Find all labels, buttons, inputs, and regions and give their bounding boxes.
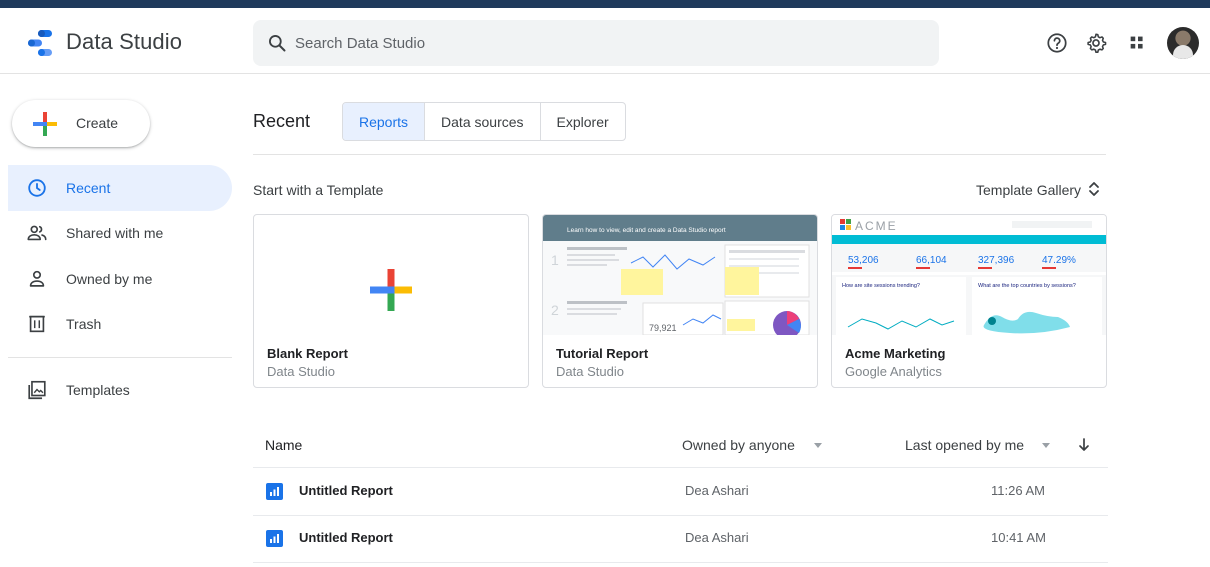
card-subtitle: Data Studio: [556, 364, 624, 379]
create-button[interactable]: Create: [12, 100, 150, 147]
sidebar-item-label: Shared with me: [66, 225, 164, 241]
template-card-blank[interactable]: Blank Report Data Studio: [253, 214, 529, 388]
sidebar-item-trash[interactable]: Trash: [8, 301, 232, 347]
card-thumbnail: ACME 53,206 66,104 327,396 47.29% How ar…: [832, 215, 1106, 335]
tab-bar: Reports Data sources Explorer: [342, 102, 626, 141]
sidebar-item-label: Templates: [66, 382, 130, 398]
page-title: Recent: [253, 111, 311, 131]
card-title: Blank Report: [267, 346, 348, 361]
thumb-step-1: 1: [551, 252, 559, 268]
sidebar-divider: [8, 357, 232, 358]
report-icon: [266, 530, 283, 547]
dropdown-caret-icon[interactable]: [814, 443, 822, 448]
search-input[interactable]: [295, 20, 895, 66]
report-last-opened: 10:41 AM: [991, 530, 1046, 545]
owner-filter-dropdown[interactable]: Owned by anyone: [682, 437, 795, 453]
apps-grid-icon[interactable]: [1127, 32, 1149, 54]
expand-icon[interactable]: [1088, 180, 1100, 198]
acme-stat-3: 327,396: [978, 255, 1015, 266]
template-section-title: Start with a Template: [253, 182, 384, 198]
tab-reports[interactable]: Reports: [343, 103, 425, 140]
template-card-acme[interactable]: ACME 53,206 66,104 327,396 47.29% How ar…: [831, 214, 1107, 388]
report-name[interactable]: Untitled Report: [299, 483, 393, 498]
app-title[interactable]: Data Studio: [66, 29, 182, 55]
template-card-tutorial[interactable]: Learn how to view, edit and create a Dat…: [542, 214, 818, 388]
card-title: Tutorial Report: [556, 346, 649, 361]
report-last-opened: 11:26 AM: [991, 483, 1045, 498]
row-divider: [253, 562, 1108, 563]
search-bar[interactable]: [253, 20, 939, 66]
sidebar-item-recent[interactable]: Recent: [8, 165, 232, 211]
app-header: Data Studio: [0, 8, 1210, 74]
dropdown-caret-icon[interactable]: [1042, 443, 1050, 448]
plus-icon: [33, 112, 57, 136]
thumb-metric: 79,921: [649, 323, 677, 333]
acme-question-2: What are the top countries by sessions?: [978, 283, 1076, 289]
sidebar-item-templates[interactable]: Templates: [8, 367, 232, 413]
tab-explorer[interactable]: Explorer: [539, 103, 625, 140]
help-icon[interactable]: [1046, 32, 1068, 54]
template-gallery-link[interactable]: Template Gallery: [976, 182, 1081, 198]
column-header-name[interactable]: Name: [265, 437, 302, 453]
search-icon[interactable]: [267, 33, 287, 53]
acme-stat-4: 47.29%: [1042, 255, 1076, 266]
main-divider: [253, 154, 1106, 155]
sort-direction-icon[interactable]: [1078, 437, 1090, 453]
report-icon: [266, 483, 283, 500]
sidebar-item-owned[interactable]: Owned by me: [8, 256, 232, 302]
sidebar-item-label: Trash: [66, 316, 102, 332]
card-title: Acme Marketing: [845, 346, 946, 361]
settings-icon[interactable]: [1085, 32, 1107, 54]
people-icon: [27, 225, 47, 241]
sidebar-item-label: Owned by me: [66, 271, 153, 287]
sidebar-item-shared[interactable]: Shared with me: [8, 210, 232, 256]
thumb-heading: Learn how to view, edit and create a Dat…: [567, 227, 726, 234]
acme-stat-2: 66,104: [916, 255, 947, 266]
create-label: Create: [76, 115, 119, 131]
table-row[interactable]: Untitled Report Dea Ashari 10:41 AM: [253, 515, 1108, 561]
card-thumbnail: Learn how to view, edit and create a Dat…: [543, 215, 817, 335]
trash-icon: [29, 315, 45, 333]
clock-icon: [28, 179, 46, 197]
sort-dropdown[interactable]: Last opened by me: [905, 437, 1024, 453]
acme-brand: ACME: [855, 219, 898, 233]
thumb-step-2: 2: [551, 302, 559, 318]
plus-icon: [370, 269, 412, 311]
card-thumbnail: [254, 215, 528, 335]
card-subtitle: Data Studio: [267, 364, 335, 379]
report-owner: Dea Ashari: [685, 530, 749, 545]
top-strip: [0, 0, 1210, 8]
card-subtitle: Google Analytics: [845, 364, 942, 379]
table-row[interactable]: Untitled Report Dea Ashari 11:26 AM: [253, 468, 1108, 514]
templates-icon: [28, 380, 46, 400]
acme-stat-1: 53,206: [848, 255, 879, 266]
user-avatar[interactable]: [1167, 27, 1199, 59]
report-name[interactable]: Untitled Report: [299, 530, 393, 545]
sidebar-item-label: Recent: [66, 180, 111, 196]
person-icon: [29, 270, 45, 287]
tab-data-sources[interactable]: Data sources: [424, 103, 539, 140]
acme-question-1: How are site sessions trending?: [842, 283, 920, 289]
data-studio-logo-icon[interactable]: [24, 28, 54, 58]
report-owner: Dea Ashari: [685, 483, 749, 498]
